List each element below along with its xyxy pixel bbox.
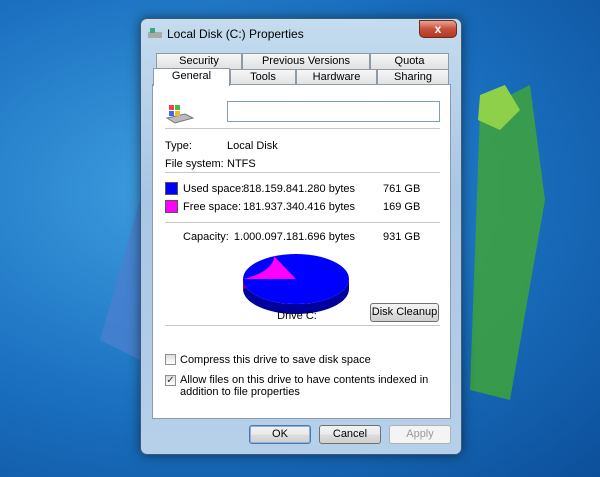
type-label: Type:: [165, 140, 192, 152]
separator: [165, 222, 440, 223]
tab-previous-versions[interactable]: Previous Versions: [242, 53, 370, 69]
close-button[interactable]: x: [419, 20, 457, 38]
free-space-label: Free space:: [183, 201, 242, 213]
used-space-size: 761 GB: [383, 183, 421, 195]
tab-quota[interactable]: Quota: [370, 53, 449, 69]
drive-icon: [148, 28, 162, 38]
free-space-size: 169 GB: [383, 201, 421, 213]
capacity-bytes: 1.000.097.181.696 bytes: [233, 231, 355, 243]
window-title: Local Disk (C:) Properties: [167, 27, 304, 41]
compress-label: Compress this drive to save disk space: [180, 354, 371, 366]
index-checkbox[interactable]: ✓: [165, 375, 176, 386]
drive-name-input[interactable]: [227, 101, 440, 122]
drive-label: Drive C:: [277, 310, 317, 322]
separator: [165, 172, 440, 173]
used-space-label: Used space:: [183, 183, 245, 195]
tab-tools[interactable]: Tools: [230, 69, 296, 85]
free-space-bytes: 181.937.340.416 bytes: [243, 201, 355, 213]
general-panel: Type: Local Disk File system: NTFS Used …: [152, 84, 451, 419]
index-label: Allow files on this drive to have conten…: [180, 374, 429, 398]
tab-hardware[interactable]: Hardware: [296, 69, 377, 85]
file-system-label: File system:: [165, 158, 224, 170]
used-space-bytes: 818.159.841.280 bytes: [243, 183, 355, 195]
properties-dialog: Local Disk (C:) Properties x Security Pr…: [140, 18, 462, 455]
tab-general[interactable]: General: [153, 68, 230, 86]
used-space-swatch: [165, 182, 178, 195]
ok-button[interactable]: OK: [249, 425, 311, 444]
separator: [165, 128, 440, 129]
cancel-button[interactable]: Cancel: [319, 425, 381, 444]
file-system-value: NTFS: [227, 158, 256, 170]
compress-checkbox[interactable]: [165, 354, 176, 365]
windows-drive-icon: [165, 105, 195, 124]
tab-sharing[interactable]: Sharing: [377, 69, 449, 85]
free-space-swatch: [165, 200, 178, 213]
separator: [165, 325, 440, 326]
disk-cleanup-button[interactable]: Disk Cleanup: [370, 303, 439, 322]
type-value: Local Disk: [227, 140, 278, 152]
disk-usage-pie: [243, 254, 349, 314]
capacity-label: Capacity:: [183, 231, 229, 243]
capacity-size: 931 GB: [383, 231, 421, 243]
tab-security[interactable]: Security: [156, 53, 242, 69]
apply-button[interactable]: Apply: [389, 425, 451, 444]
